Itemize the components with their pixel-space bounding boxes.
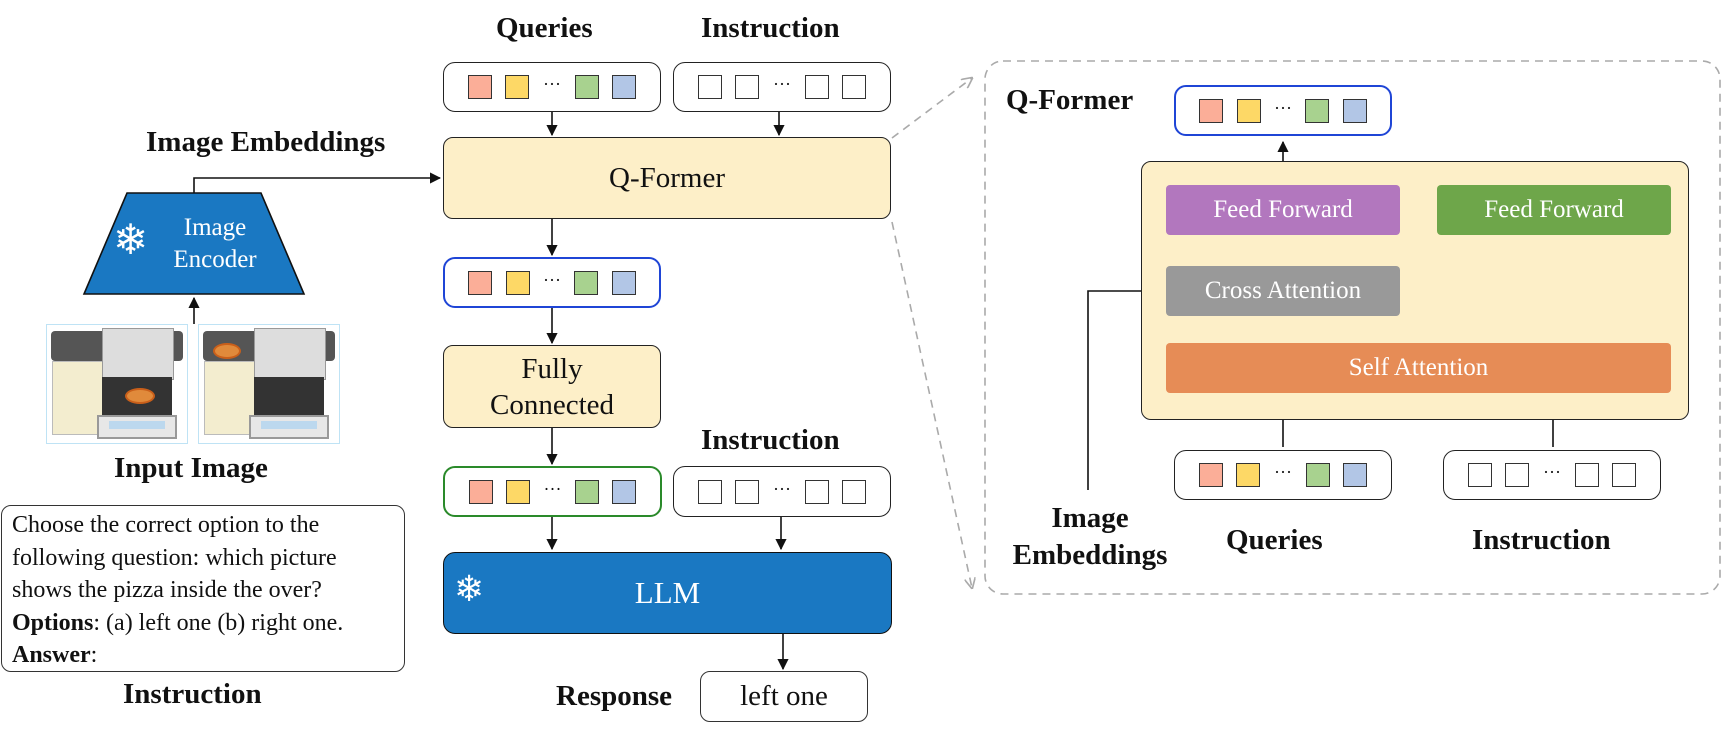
ellipsis: ··· xyxy=(542,74,561,94)
feed-forward-instruction: Feed Forward xyxy=(1437,185,1671,235)
zoom-line-top xyxy=(891,78,972,139)
ellipsis: ··· xyxy=(542,269,561,290)
query-token xyxy=(468,270,493,295)
ellipsis: ··· xyxy=(1273,462,1292,482)
input-image-right xyxy=(198,324,340,444)
qformer-block: Q-Former xyxy=(443,137,891,219)
instruction-line: Choose the correct option to the xyxy=(12,512,320,538)
encoder-label: Image Encoder xyxy=(173,214,257,273)
fully-connected-block: Fully Connected xyxy=(443,345,661,428)
query-token xyxy=(1343,463,1368,487)
ellipsis: ··· xyxy=(772,74,791,94)
instruction-token xyxy=(1505,463,1530,487)
queries-label: Queries xyxy=(496,12,593,44)
qformer-detail-output-tokens: ··· xyxy=(1174,85,1392,136)
response-box: left one xyxy=(700,671,868,722)
ellipsis: ··· xyxy=(1273,97,1292,118)
instruction-detail-label: Instruction xyxy=(1472,524,1611,556)
queries-detail-label: Queries xyxy=(1226,524,1323,556)
query-token xyxy=(612,75,637,99)
instruction-token xyxy=(735,479,760,504)
instruction-line: Answer: xyxy=(12,642,98,668)
query-token xyxy=(574,479,599,504)
query-token xyxy=(574,75,599,99)
instruction-token xyxy=(1467,463,1492,487)
projected-tokens: ··· xyxy=(443,466,662,517)
qformer-detail-title: Q-Former xyxy=(1006,84,1134,116)
instruction-token xyxy=(842,479,867,504)
qformer-detail-query-tokens: ··· xyxy=(1174,450,1392,500)
instruction-label-top: Instruction xyxy=(701,12,840,44)
instruction-tokens-bottom: ··· xyxy=(673,466,891,517)
query-token xyxy=(612,479,637,504)
input-image-left xyxy=(46,324,188,444)
instruction-token xyxy=(842,75,867,99)
instruction-token xyxy=(735,75,760,99)
arrow-encoder-to-qformer xyxy=(193,172,442,193)
pizza-icon xyxy=(213,343,241,359)
instruction-token xyxy=(697,479,722,504)
instruction-line: shows the pizza inside the over? xyxy=(12,577,322,603)
qformer-detail-instruction-tokens: ··· xyxy=(1443,450,1661,500)
instruction-token xyxy=(1612,463,1637,487)
ellipsis: ··· xyxy=(772,478,791,499)
response-label: Response xyxy=(556,680,673,712)
query-token xyxy=(1236,98,1261,123)
input-image-label: Input Image xyxy=(114,452,268,484)
ellipsis: ··· xyxy=(543,478,562,499)
image-embeddings-detail-label: Image Embeddings xyxy=(1012,502,1168,571)
query-token xyxy=(1236,463,1261,487)
instruction-tokens-top: ··· xyxy=(673,62,891,112)
qformer-output-tokens: ··· xyxy=(443,257,661,308)
instruction-token xyxy=(1574,463,1599,487)
query-token xyxy=(505,270,530,295)
instruction-token xyxy=(804,75,829,99)
instruction-line: Options: (a) left one (b) right one. xyxy=(12,609,344,636)
instruction-textbox: Choose the correct option to the followi… xyxy=(1,505,405,672)
pizza-icon xyxy=(125,388,155,404)
query-token xyxy=(467,75,492,99)
zoom-line-bottom xyxy=(891,221,972,588)
feed-forward-query: Feed Forward xyxy=(1166,185,1400,235)
query-token xyxy=(1305,463,1330,487)
llm-block: ❄ LLM xyxy=(443,552,892,634)
instruction-token xyxy=(697,75,722,99)
query-token xyxy=(1305,98,1330,123)
self-attention: Self Attention xyxy=(1166,343,1671,393)
query-token xyxy=(505,75,530,99)
query-token xyxy=(506,479,530,504)
query-token xyxy=(611,270,636,295)
ellipsis: ··· xyxy=(1542,462,1561,482)
query-token xyxy=(1198,463,1223,487)
instruction-label-bottom: Instruction xyxy=(701,424,840,456)
query-token xyxy=(574,270,599,295)
instruction-token xyxy=(804,479,829,504)
instruction-caption: Instruction xyxy=(123,678,262,710)
query-token xyxy=(468,479,493,504)
query-token xyxy=(1199,98,1224,123)
snowflake-icon: ❄ xyxy=(454,569,485,609)
query-tokens-input: ··· xyxy=(443,62,661,112)
snowflake-icon: ❄ xyxy=(113,218,149,264)
cross-attention: Cross Attention xyxy=(1166,266,1400,316)
image-embeddings-label: Image Embeddings xyxy=(146,126,386,158)
instruction-line: following question: which picture xyxy=(12,544,337,571)
query-token xyxy=(1342,98,1367,123)
